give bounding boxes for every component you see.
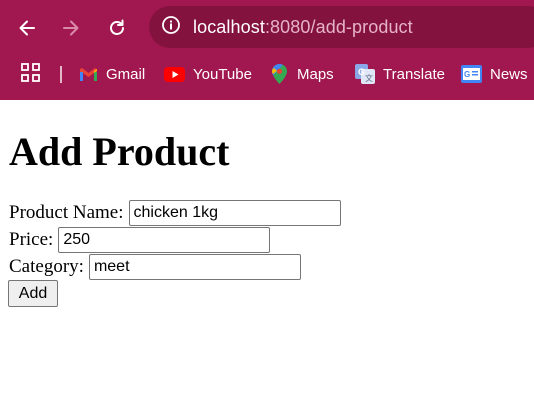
- bookmark-maps[interactable]: Maps: [272, 56, 334, 92]
- product-name-label: Product Name:: [9, 202, 124, 223]
- youtube-icon: [164, 66, 185, 82]
- gmail-icon: [79, 67, 98, 82]
- apps-grid-icon: [21, 62, 40, 86]
- bookmark-youtube[interactable]: YouTube: [164, 56, 252, 92]
- add-button[interactable]: Add: [8, 280, 58, 307]
- browser-toolbar: localhost:8080/add-product Gmail YouTube: [0, 0, 534, 100]
- maps-icon: [272, 64, 287, 84]
- category-input[interactable]: [88, 254, 301, 280]
- reload-button[interactable]: [103, 14, 131, 42]
- product-name-input[interactable]: [128, 200, 341, 226]
- info-icon: [161, 15, 181, 40]
- url-text[interactable]: localhost:8080/add-product: [193, 17, 413, 38]
- bookmarks-bar: Gmail YouTube Maps G文 Translate G News: [0, 56, 534, 92]
- url-host: localhost: [193, 16, 265, 37]
- forward-arrow-icon: [61, 18, 81, 38]
- category-row: Category:: [9, 254, 301, 280]
- page-content: Add Product Product Name: Price: Categor…: [0, 100, 534, 409]
- address-bar[interactable]: localhost:8080/add-product: [149, 6, 534, 48]
- translate-icon: G文: [355, 64, 375, 84]
- news-icon: G: [461, 65, 482, 83]
- page-title: Add Product: [9, 129, 230, 174]
- product-name-row: Product Name:: [9, 200, 341, 226]
- price-row: Price:: [9, 227, 271, 253]
- bookmarks-divider: [60, 66, 62, 83]
- svg-text:G: G: [358, 67, 365, 77]
- forward-button[interactable]: [57, 14, 85, 42]
- price-input[interactable]: [58, 227, 271, 253]
- back-button[interactable]: [13, 14, 41, 42]
- bookmark-label: News: [490, 65, 528, 83]
- svg-text:G: G: [464, 70, 470, 79]
- site-info-button[interactable]: [149, 15, 193, 40]
- url-path: :8080/add-product: [264, 16, 413, 37]
- bookmark-label: Translate: [383, 65, 445, 83]
- bookmark-news[interactable]: G News: [461, 56, 528, 92]
- back-arrow-icon: [17, 18, 37, 38]
- bookmark-gmail[interactable]: Gmail: [79, 56, 145, 92]
- bookmark-label: YouTube: [193, 65, 252, 83]
- bookmark-translate[interactable]: G文 Translate: [355, 56, 445, 92]
- svg-text:文: 文: [365, 73, 373, 83]
- category-label: Category:: [9, 256, 84, 277]
- bookmark-label: Maps: [297, 65, 334, 83]
- price-label: Price:: [9, 229, 54, 250]
- reload-icon: [107, 18, 127, 38]
- apps-button[interactable]: [21, 56, 40, 92]
- bookmark-label: Gmail: [106, 65, 146, 83]
